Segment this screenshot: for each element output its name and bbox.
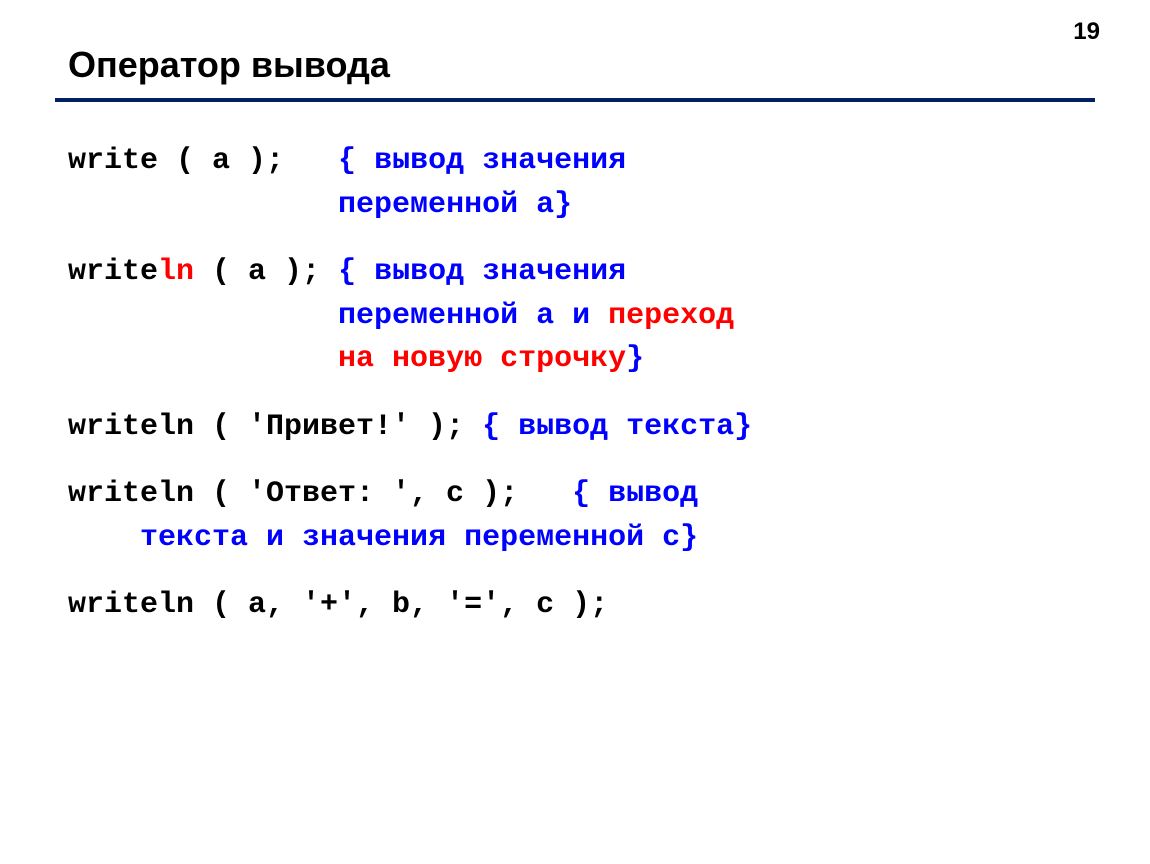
comment-text: вывод текста bbox=[518, 410, 734, 444]
code-block-2: writeln ( a ); { вывод значения переменн… bbox=[68, 251, 1095, 382]
code-text: writeln ( a, '+', b, '=', c ); bbox=[68, 588, 608, 622]
comment-red: переход bbox=[608, 299, 734, 333]
code-text: write ( a ); bbox=[68, 144, 338, 178]
title-divider bbox=[55, 98, 1095, 102]
comment-close: } bbox=[554, 188, 572, 222]
comment-text: переменной a и bbox=[338, 299, 608, 333]
comment-open: { bbox=[338, 144, 374, 178]
comment-text: переменной a bbox=[338, 188, 554, 222]
comment-close: } bbox=[626, 342, 644, 376]
code-text: writeln ( 'Привет!' ); bbox=[68, 410, 482, 444]
comment-text: вывод bbox=[608, 477, 698, 511]
comment-text: вывод значения bbox=[374, 255, 626, 289]
comment-open: { bbox=[338, 255, 374, 289]
indent bbox=[68, 299, 338, 333]
code-block-1: write ( a ); { вывод значения переменной… bbox=[68, 140, 1095, 227]
code-text: ( a ); bbox=[194, 255, 338, 289]
comment-close: } bbox=[680, 521, 698, 555]
page-number: 19 bbox=[1073, 18, 1100, 46]
indent bbox=[68, 342, 338, 376]
page-title: Оператор вывода bbox=[68, 44, 390, 86]
comment-open: { bbox=[482, 410, 518, 444]
code-text: write bbox=[68, 255, 158, 289]
comment-red: на новую строчку bbox=[338, 342, 626, 376]
comment-text: вывод значения bbox=[374, 144, 626, 178]
comment-close: } bbox=[734, 410, 752, 444]
code-block-4: writeln ( 'Ответ: ', c ); { вывод текста… bbox=[68, 473, 1095, 560]
indent bbox=[68, 521, 140, 555]
code-block-3: writeln ( 'Привет!' ); { вывод текста} bbox=[68, 406, 1095, 450]
comment-open: { bbox=[572, 477, 608, 511]
indent bbox=[68, 188, 338, 222]
code-ln-highlight: ln bbox=[158, 255, 194, 289]
code-block-5: writeln ( a, '+', b, '=', c ); bbox=[68, 584, 1095, 628]
code-text: writeln ( 'Ответ: ', c ); bbox=[68, 477, 572, 511]
comment-text: текста и значения переменной c bbox=[140, 521, 680, 555]
content-area: write ( a ); { вывод значения переменной… bbox=[68, 140, 1095, 628]
